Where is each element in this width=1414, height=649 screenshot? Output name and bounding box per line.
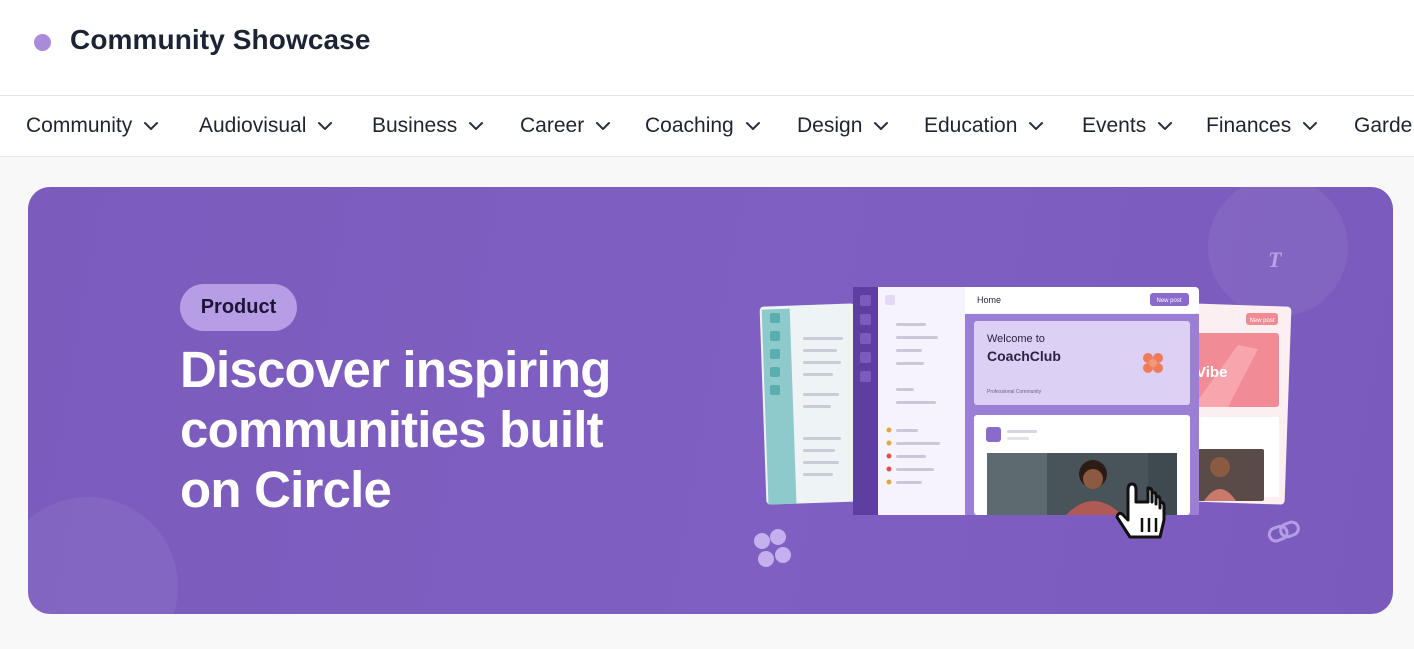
hero-banner[interactable]: Product Discover inspiring communities b… — [28, 187, 1393, 614]
category-label: Events — [1082, 114, 1147, 137]
category-finances[interactable]: Finances — [1206, 96, 1319, 156]
center-app-window: Home New post Welcome to CoachClub Profe… — [853, 287, 1199, 515]
category-label: Career — [520, 114, 585, 137]
chevron-down-icon — [874, 122, 889, 130]
center-new-post-label: New post — [1156, 298, 1181, 304]
chevron-down-icon — [1303, 122, 1318, 130]
right-new-post-label: New post — [1249, 318, 1274, 324]
category-education[interactable]: Education — [924, 96, 1045, 156]
category-label: Community — [26, 114, 133, 137]
page-title[interactable]: Community Showcase — [70, 24, 371, 56]
category-label: Education — [924, 114, 1018, 137]
chevron-down-icon — [1029, 122, 1044, 130]
category-label: Garde — [1354, 114, 1413, 137]
category-business[interactable]: Business — [372, 96, 485, 156]
chevron-down-icon — [596, 122, 611, 130]
chevron-down-icon — [469, 122, 484, 130]
text-t-icon: T — [1268, 247, 1283, 272]
category-label: Business — [372, 114, 458, 137]
category-label: Finances — [1206, 114, 1292, 137]
category-label: Audiovisual — [199, 114, 307, 137]
category-events[interactable]: Events — [1082, 96, 1174, 156]
category-coaching[interactable]: Coaching — [645, 96, 762, 156]
product-illustration: New post Vibe Home New post Welcome to C… — [28, 187, 1348, 614]
category-label: Design — [797, 114, 863, 137]
brand-dot-icon — [34, 34, 51, 51]
link-icon — [1267, 520, 1300, 543]
category-community[interactable]: Community — [26, 96, 160, 156]
flower-logo-icon — [754, 529, 791, 567]
chevron-down-icon — [1158, 122, 1173, 130]
category-design[interactable]: Design — [797, 96, 890, 156]
chevron-down-icon — [144, 122, 159, 130]
home-label: Home — [977, 295, 1001, 305]
chevron-down-icon — [318, 122, 333, 130]
category-audiovisual[interactable]: Audiovisual — [199, 96, 334, 156]
right-banner-text: Vibe — [1196, 364, 1227, 381]
category-nav: Community Audiovisual Business Career Co… — [0, 96, 1414, 157]
top-header: Community Showcase — [0, 0, 1414, 96]
right-app-card: New post Vibe — [1184, 303, 1292, 505]
category-gardening[interactable]: Garde — [1354, 96, 1412, 156]
chevron-down-icon — [745, 122, 760, 130]
category-career[interactable]: Career — [520, 96, 612, 156]
welcome-caption: Professional Community — [987, 389, 1042, 395]
left-app-card — [759, 303, 862, 505]
welcome-line-1: Welcome to — [987, 333, 1045, 345]
welcome-line-2: CoachClub — [987, 348, 1061, 364]
category-label: Coaching — [645, 114, 734, 137]
